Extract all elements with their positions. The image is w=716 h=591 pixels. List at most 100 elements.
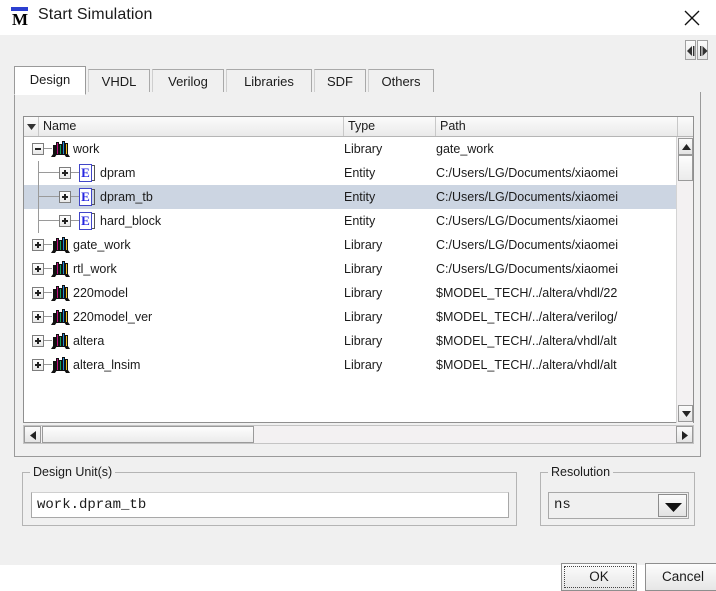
tree-cell-path: C:/Users/LG/Documents/xiaomei	[436, 214, 619, 228]
tree-line	[44, 292, 52, 293]
tree-row-name: gate_work	[73, 238, 131, 252]
tree-cell-path: C:/Users/LG/Documents/xiaomei	[436, 262, 619, 276]
tree-row[interactable]: Edpram_tb Entity C:/Users/LG/Documents/xia…	[24, 185, 678, 209]
tree-cell-path: C:/Users/LG/Documents/xiaomei	[436, 238, 619, 252]
tree-expander[interactable]	[32, 143, 44, 155]
tree-cell-type: Library	[344, 262, 383, 276]
tree-expander[interactable]	[32, 287, 44, 299]
close-icon[interactable]	[670, 0, 716, 35]
ok-button[interactable]: OK	[561, 563, 637, 591]
tab-label: Others	[381, 74, 421, 89]
library-icon	[52, 333, 69, 349]
tree-row[interactable]: altera_lnsim Library $MODEL_TECH/../altera…	[24, 353, 678, 377]
tree-expander[interactable]	[32, 311, 44, 323]
resolution-value: ns	[554, 497, 571, 513]
tree-line	[38, 161, 39, 185]
tree-row[interactable]: gate_work Library C:/Users/LG/Documents/xi…	[24, 233, 678, 257]
tree-cell-path: C:/Users/LG/Documents/xiaomei	[436, 190, 619, 204]
tree-expander[interactable]	[59, 167, 71, 179]
tree-row[interactable]: 220model_ver Library $MODEL_TECH/../altera…	[24, 305, 678, 329]
column-header-type[interactable]: Type	[344, 117, 436, 136]
arrow-down-glyph	[665, 503, 682, 512]
tab-design[interactable]: Design	[14, 66, 86, 95]
tree-expander[interactable]	[32, 239, 44, 251]
tree-row[interactable]: Edpram Entity C:/Users/LG/Documents/xiaome…	[24, 161, 678, 185]
library-icon	[52, 309, 69, 325]
tree-cell-type: Entity	[344, 166, 376, 180]
tree-cell-type: Library	[344, 358, 383, 372]
tree-line	[38, 196, 59, 197]
tree-row[interactable]: 220model Library $MODEL_TECH/../altera/vhd…	[24, 281, 678, 305]
tree-row[interactable]: altera Library $MODEL_TECH/../altera/vhdl/…	[24, 329, 678, 353]
tree-line	[44, 268, 52, 269]
focus-ring	[564, 566, 634, 588]
column-filter-icon[interactable]	[24, 117, 39, 136]
tree-cell-path: $MODEL_TECH/../altera/verilog/	[436, 310, 618, 324]
window-title: Start Simulation	[38, 6, 153, 23]
tab-verilog[interactable]: Verilog	[152, 69, 224, 93]
library-icon	[52, 285, 69, 301]
tree-line	[38, 209, 39, 233]
tree-line	[44, 244, 52, 245]
tree-rows[interactable]: work Library gate_work Edpram Entity C:/Users…	[24, 137, 678, 405]
cancel-button-label: Cancel	[661, 569, 705, 584]
tree-expander[interactable]	[59, 191, 71, 203]
tree-cell-type: Entity	[344, 214, 376, 228]
tree-expander[interactable]	[32, 359, 44, 371]
column-header-label: Path	[440, 119, 466, 133]
tree-cell-path: $MODEL_TECH/../altera/vhdl/22	[436, 286, 618, 300]
tab-label: Design	[29, 72, 71, 87]
tree-cell-type: Library	[344, 310, 383, 324]
filter-arrow-icon	[26, 124, 36, 130]
tree-row[interactable]: Ehard_block Entity C:/Users/LG/Documents/x…	[24, 209, 678, 233]
tree-horizontal-scrollbar[interactable]	[23, 425, 694, 444]
tree-line	[71, 172, 79, 173]
tree-row-name: work	[73, 142, 100, 156]
scroll-left-button[interactable]	[24, 426, 41, 443]
cancel-button[interactable]: Cancel	[645, 563, 716, 591]
tree-row-name: altera_lnsim	[73, 358, 141, 372]
tree-cell-type: Entity	[344, 190, 376, 204]
tree-row[interactable]: rtl_work Library C:/Users/LG/Documents/xia…	[24, 257, 678, 281]
tree-expander[interactable]	[32, 335, 44, 347]
tree-expander[interactable]	[59, 215, 71, 227]
column-header-path[interactable]: Path	[436, 117, 678, 136]
tree-line	[71, 196, 79, 197]
tree-expander[interactable]	[32, 263, 44, 275]
design-units-input[interactable]: work.dpram_tb	[31, 492, 509, 518]
horizontal-scroll-thumb[interactable]	[42, 426, 254, 443]
library-icon	[52, 261, 69, 277]
column-header-label: Type	[348, 119, 376, 133]
tree-row[interactable]: work Library gate_work	[24, 137, 678, 161]
scroll-down-button[interactable]	[678, 405, 693, 422]
tree-cell-name: rtl_work	[24, 257, 340, 281]
design-tree[interactable]: Name Type Path work Library gate_work Edpram E…	[23, 116, 694, 423]
tree-cell-path: gate_work	[436, 142, 494, 156]
tree-cell-name: Edpram	[24, 161, 340, 185]
tree-header-row: Name Type Path	[24, 117, 693, 137]
resolution-group: Resolution ns	[540, 465, 695, 526]
tree-cell-type: Library	[344, 142, 383, 156]
tree-cell-type: Library	[344, 238, 383, 252]
resolution-select[interactable]: ns	[548, 492, 689, 519]
tree-vertical-scrollbar[interactable]	[676, 137, 693, 423]
entity-icon: E	[79, 212, 95, 230]
vertical-scroll-thumb[interactable]	[678, 155, 693, 181]
tab-others[interactable]: Others	[368, 69, 434, 93]
tab-scroll-right-button[interactable]	[697, 40, 708, 60]
tab-libraries[interactable]: Libraries	[226, 69, 312, 93]
tree-cell-name: 220model_ver	[24, 305, 340, 329]
column-header-name[interactable]: Name	[39, 117, 344, 136]
chevron-down-icon[interactable]	[658, 494, 687, 517]
scroll-right-button[interactable]	[676, 426, 693, 443]
tab-label: SDF	[327, 74, 353, 89]
library-icon	[52, 141, 69, 157]
resolution-legend: Resolution	[548, 465, 614, 479]
tree-cell-type: Library	[344, 334, 383, 348]
tab-scroll-left-button[interactable]	[685, 40, 696, 60]
tree-line	[44, 340, 52, 341]
tree-cell-name: work	[24, 137, 340, 161]
tab-vhdl[interactable]: VHDL	[88, 69, 150, 93]
scroll-up-button[interactable]	[678, 138, 693, 155]
tab-sdf[interactable]: SDF	[314, 69, 366, 93]
